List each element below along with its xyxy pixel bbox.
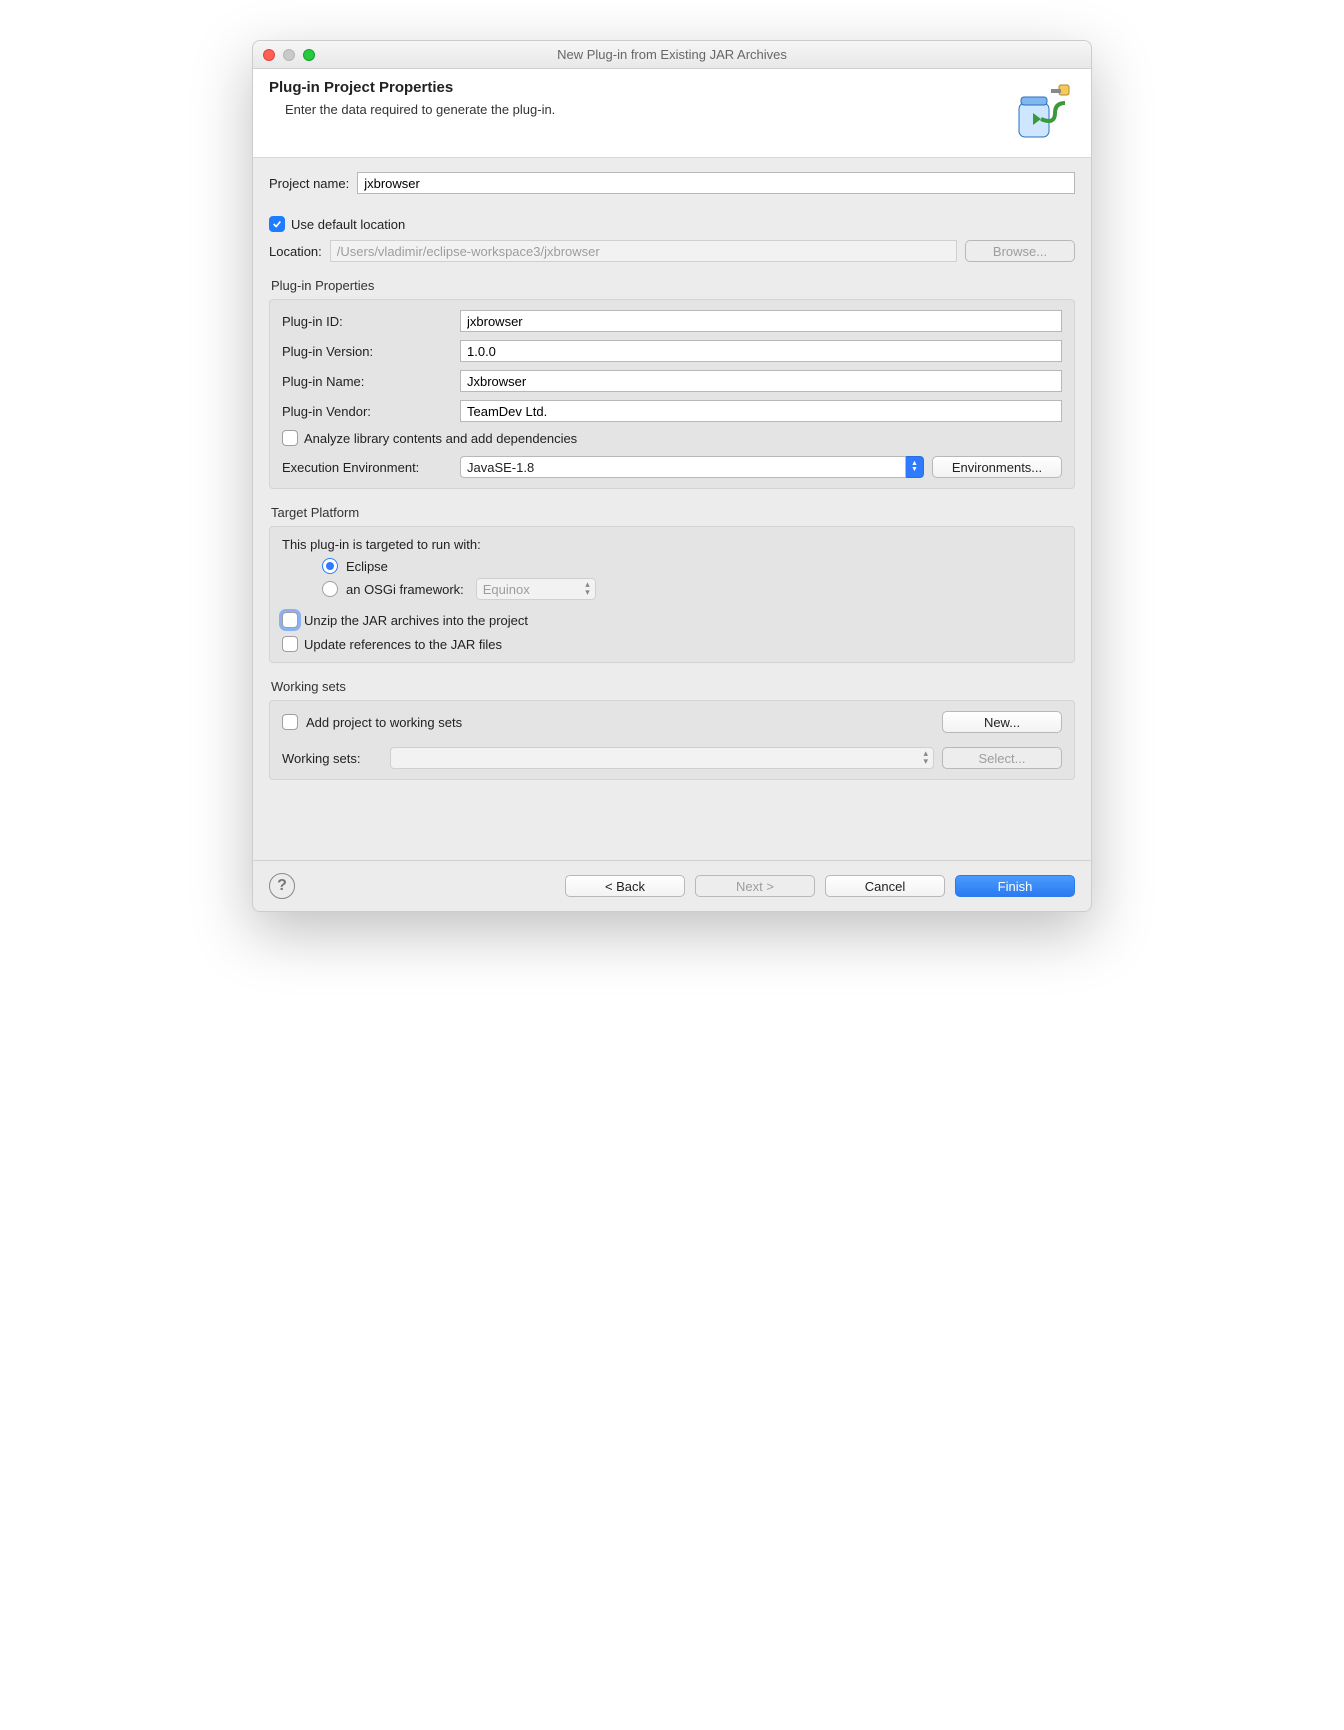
working-sets-body: Add project to working sets New... Worki… — [269, 700, 1075, 780]
plugin-vendor-input[interactable] — [460, 400, 1062, 422]
window-controls — [263, 49, 315, 61]
target-osgi-radio[interactable] — [322, 581, 338, 597]
dialog-window: New Plug-in from Existing JAR Archives P… — [252, 40, 1092, 912]
project-name-label: Project name: — [269, 176, 349, 191]
plugin-version-input[interactable] — [460, 340, 1062, 362]
plugin-id-label: Plug-in ID: — [282, 314, 452, 329]
osgi-framework-select: Equinox ▴▾ — [476, 578, 596, 600]
plugin-properties-title: Plug-in Properties — [271, 278, 1075, 293]
working-sets-group: Working sets Add project to working sets… — [269, 679, 1075, 780]
page-subtitle: Enter the data required to generate the … — [285, 102, 555, 117]
analyze-deps-checkbox[interactable] — [282, 430, 298, 446]
plugin-properties-group: Plug-in Properties Plug-in ID: Plug-in V… — [269, 278, 1075, 489]
cancel-button[interactable]: Cancel — [825, 875, 945, 897]
target-intro: This plug-in is targeted to run with: — [282, 537, 1062, 552]
browse-button: Browse... — [965, 240, 1075, 262]
wizard-body: Project name: Use default location Locat… — [253, 158, 1091, 860]
next-button: Next > — [695, 875, 815, 897]
plugin-name-input[interactable] — [460, 370, 1062, 392]
target-osgi-label: an OSGi framework: — [346, 582, 464, 597]
exec-env-select[interactable]: JavaSE-1.8 ▲▼ — [460, 456, 924, 478]
updown-icon: ▲▼ — [906, 456, 924, 478]
target-platform-title: Target Platform — [271, 505, 1075, 520]
working-sets-title: Working sets — [271, 679, 1075, 694]
back-button[interactable]: < Back — [565, 875, 685, 897]
target-eclipse-radio[interactable] — [322, 558, 338, 574]
use-default-location-row: Use default location — [269, 216, 1075, 232]
update-refs-checkbox[interactable] — [282, 636, 298, 652]
osgi-framework-value: Equinox — [476, 578, 596, 600]
plugin-vendor-label: Plug-in Vendor: — [282, 404, 452, 419]
check-icon — [272, 219, 282, 229]
wizard-header: Plug-in Project Properties Enter the dat… — [253, 69, 1091, 158]
location-row: Location: Browse... — [269, 240, 1075, 262]
exec-env-value: JavaSE-1.8 — [460, 456, 906, 478]
unzip-jar-checkbox[interactable] — [282, 612, 298, 628]
plugin-version-label: Plug-in Version: — [282, 344, 452, 359]
close-icon[interactable] — [263, 49, 275, 61]
target-osgi-row: an OSGi framework: Equinox ▴▾ — [322, 578, 1062, 600]
zoom-icon[interactable] — [303, 49, 315, 61]
location-input — [330, 240, 957, 262]
finish-button[interactable]: Finish — [955, 875, 1075, 897]
plugin-name-label: Plug-in Name: — [282, 374, 452, 389]
minimize-icon — [283, 49, 295, 61]
exec-env-label: Execution Environment: — [282, 460, 452, 475]
add-to-working-sets-label: Add project to working sets — [306, 715, 934, 730]
use-default-location-label: Use default location — [291, 217, 405, 232]
titlebar: New Plug-in from Existing JAR Archives — [253, 41, 1091, 69]
add-to-working-sets-checkbox[interactable] — [282, 714, 298, 730]
use-default-location-checkbox[interactable] — [269, 216, 285, 232]
help-icon[interactable]: ? — [269, 873, 295, 899]
target-platform-body: This plug-in is targeted to run with: Ec… — [269, 526, 1075, 663]
environments-button[interactable]: Environments... — [932, 456, 1062, 478]
working-sets-value — [390, 747, 934, 769]
working-sets-label: Working sets: — [282, 751, 382, 766]
project-name-input[interactable] — [357, 172, 1075, 194]
unzip-jar-label: Unzip the JAR archives into the project — [304, 613, 528, 628]
spacer — [269, 780, 1075, 850]
wizard-footer: ? < Back Next > Cancel Finish — [253, 860, 1091, 911]
working-sets-select: ▴▾ — [390, 747, 934, 769]
window-title: New Plug-in from Existing JAR Archives — [263, 47, 1081, 62]
updown-icon: ▴▾ — [585, 580, 590, 596]
wizard-header-text: Plug-in Project Properties Enter the dat… — [269, 79, 555, 117]
new-working-set-button[interactable]: New... — [942, 711, 1062, 733]
plugin-id-input[interactable] — [460, 310, 1062, 332]
target-eclipse-row: Eclipse — [322, 558, 1062, 574]
page-title: Plug-in Project Properties — [269, 79, 555, 96]
target-eclipse-label: Eclipse — [346, 559, 388, 574]
analyze-deps-label: Analyze library contents and add depende… — [304, 431, 577, 446]
updown-icon: ▴▾ — [923, 749, 928, 765]
update-refs-label: Update references to the JAR files — [304, 637, 502, 652]
location-label: Location: — [269, 244, 322, 259]
plugin-properties-body: Plug-in ID: Plug-in Version: Plug-in Nam… — [269, 299, 1075, 489]
select-working-set-button: Select... — [942, 747, 1062, 769]
target-platform-group: Target Platform This plug-in is targeted… — [269, 505, 1075, 663]
project-name-row: Project name: — [269, 172, 1075, 194]
plugin-jar-icon — [1011, 79, 1075, 143]
